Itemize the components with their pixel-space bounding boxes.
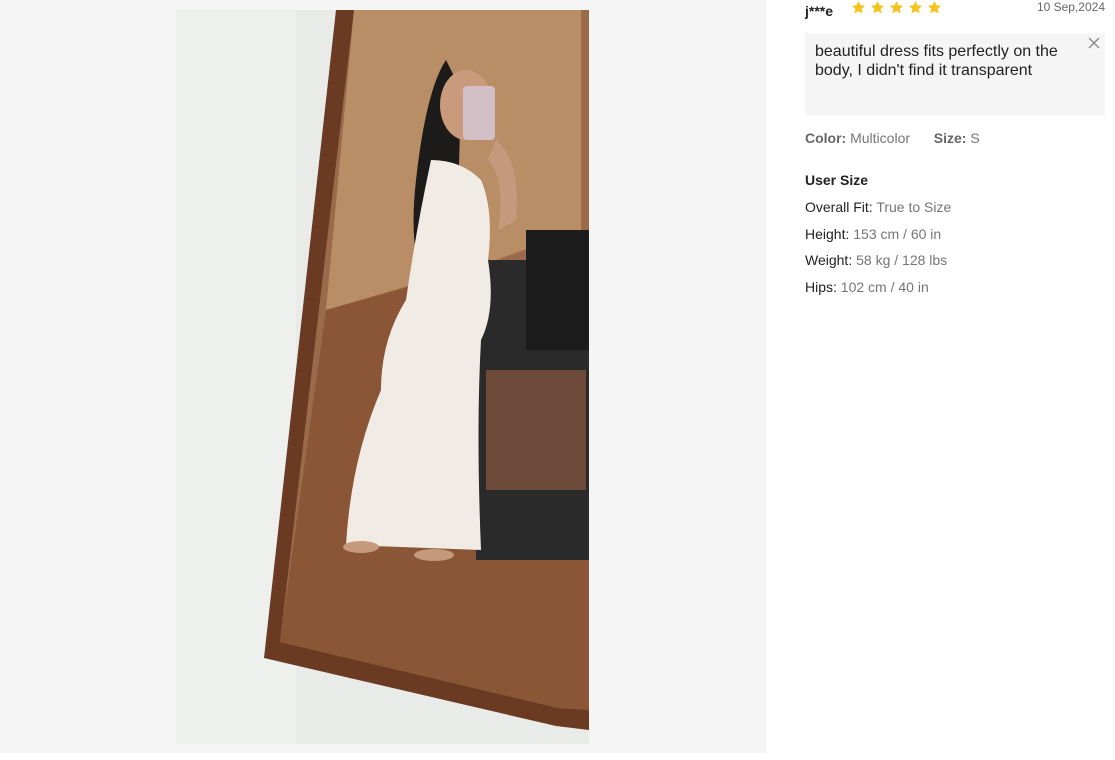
star-icon (908, 0, 923, 15)
review-text-box: beautiful dress fits perfectly on the bo… (805, 33, 1105, 115)
reviewer-name: j***e (805, 3, 834, 19)
size-row-label: Weight: (805, 252, 853, 269)
size-row-height: Height: 153 cm / 60 in (805, 226, 951, 253)
close-icon (1088, 37, 1100, 49)
size-row-overall-fit: Overall Fit: True to Size (805, 199, 951, 226)
size-row-hips: Hips: 102 cm / 40 in (805, 279, 951, 306)
user-size-title: User Size (805, 172, 869, 188)
review-image-modal: j***e 10 Sep,2024 beautiful dress fits p… (0, 0, 1115, 760)
size-label: Size: (933, 130, 967, 146)
star-icon (889, 0, 904, 15)
color-value: Multicolor (850, 130, 911, 146)
color-label: Color: (805, 130, 847, 146)
size-row-value: 153 cm / 60 in (853, 225, 942, 242)
review-attributes: Color: Multicolor Size: S (805, 130, 980, 147)
user-size-list: Overall Fit: True to Size Height: 153 cm… (805, 199, 951, 306)
size-value: S (970, 130, 980, 146)
review-date: 10 Sep,2024 (1036, 0, 1105, 14)
star-icon (851, 0, 866, 15)
size-row-value: True to Size (876, 199, 952, 215)
size-row-label: Overall Fit: (805, 199, 873, 215)
rating-stars (851, 0, 942, 15)
size-row-label: Hips: (805, 279, 837, 296)
size-row-value: 58 kg / 128 lbs (856, 252, 948, 269)
review-photo-image (176, 10, 589, 744)
size-row-weight: Weight: 58 kg / 128 lbs (805, 252, 951, 279)
image-viewer (0, 0, 766, 753)
star-icon (870, 0, 885, 15)
close-button[interactable] (1088, 37, 1100, 49)
size-row-value: 102 cm / 40 in (840, 279, 929, 296)
size-row-label: Height: (805, 225, 850, 242)
review-photo[interactable] (176, 10, 589, 744)
review-panel: j***e 10 Sep,2024 beautiful dress fits p… (766, 0, 1115, 760)
star-icon (927, 0, 942, 15)
review-text: beautiful dress fits perfectly on the bo… (815, 43, 1058, 79)
